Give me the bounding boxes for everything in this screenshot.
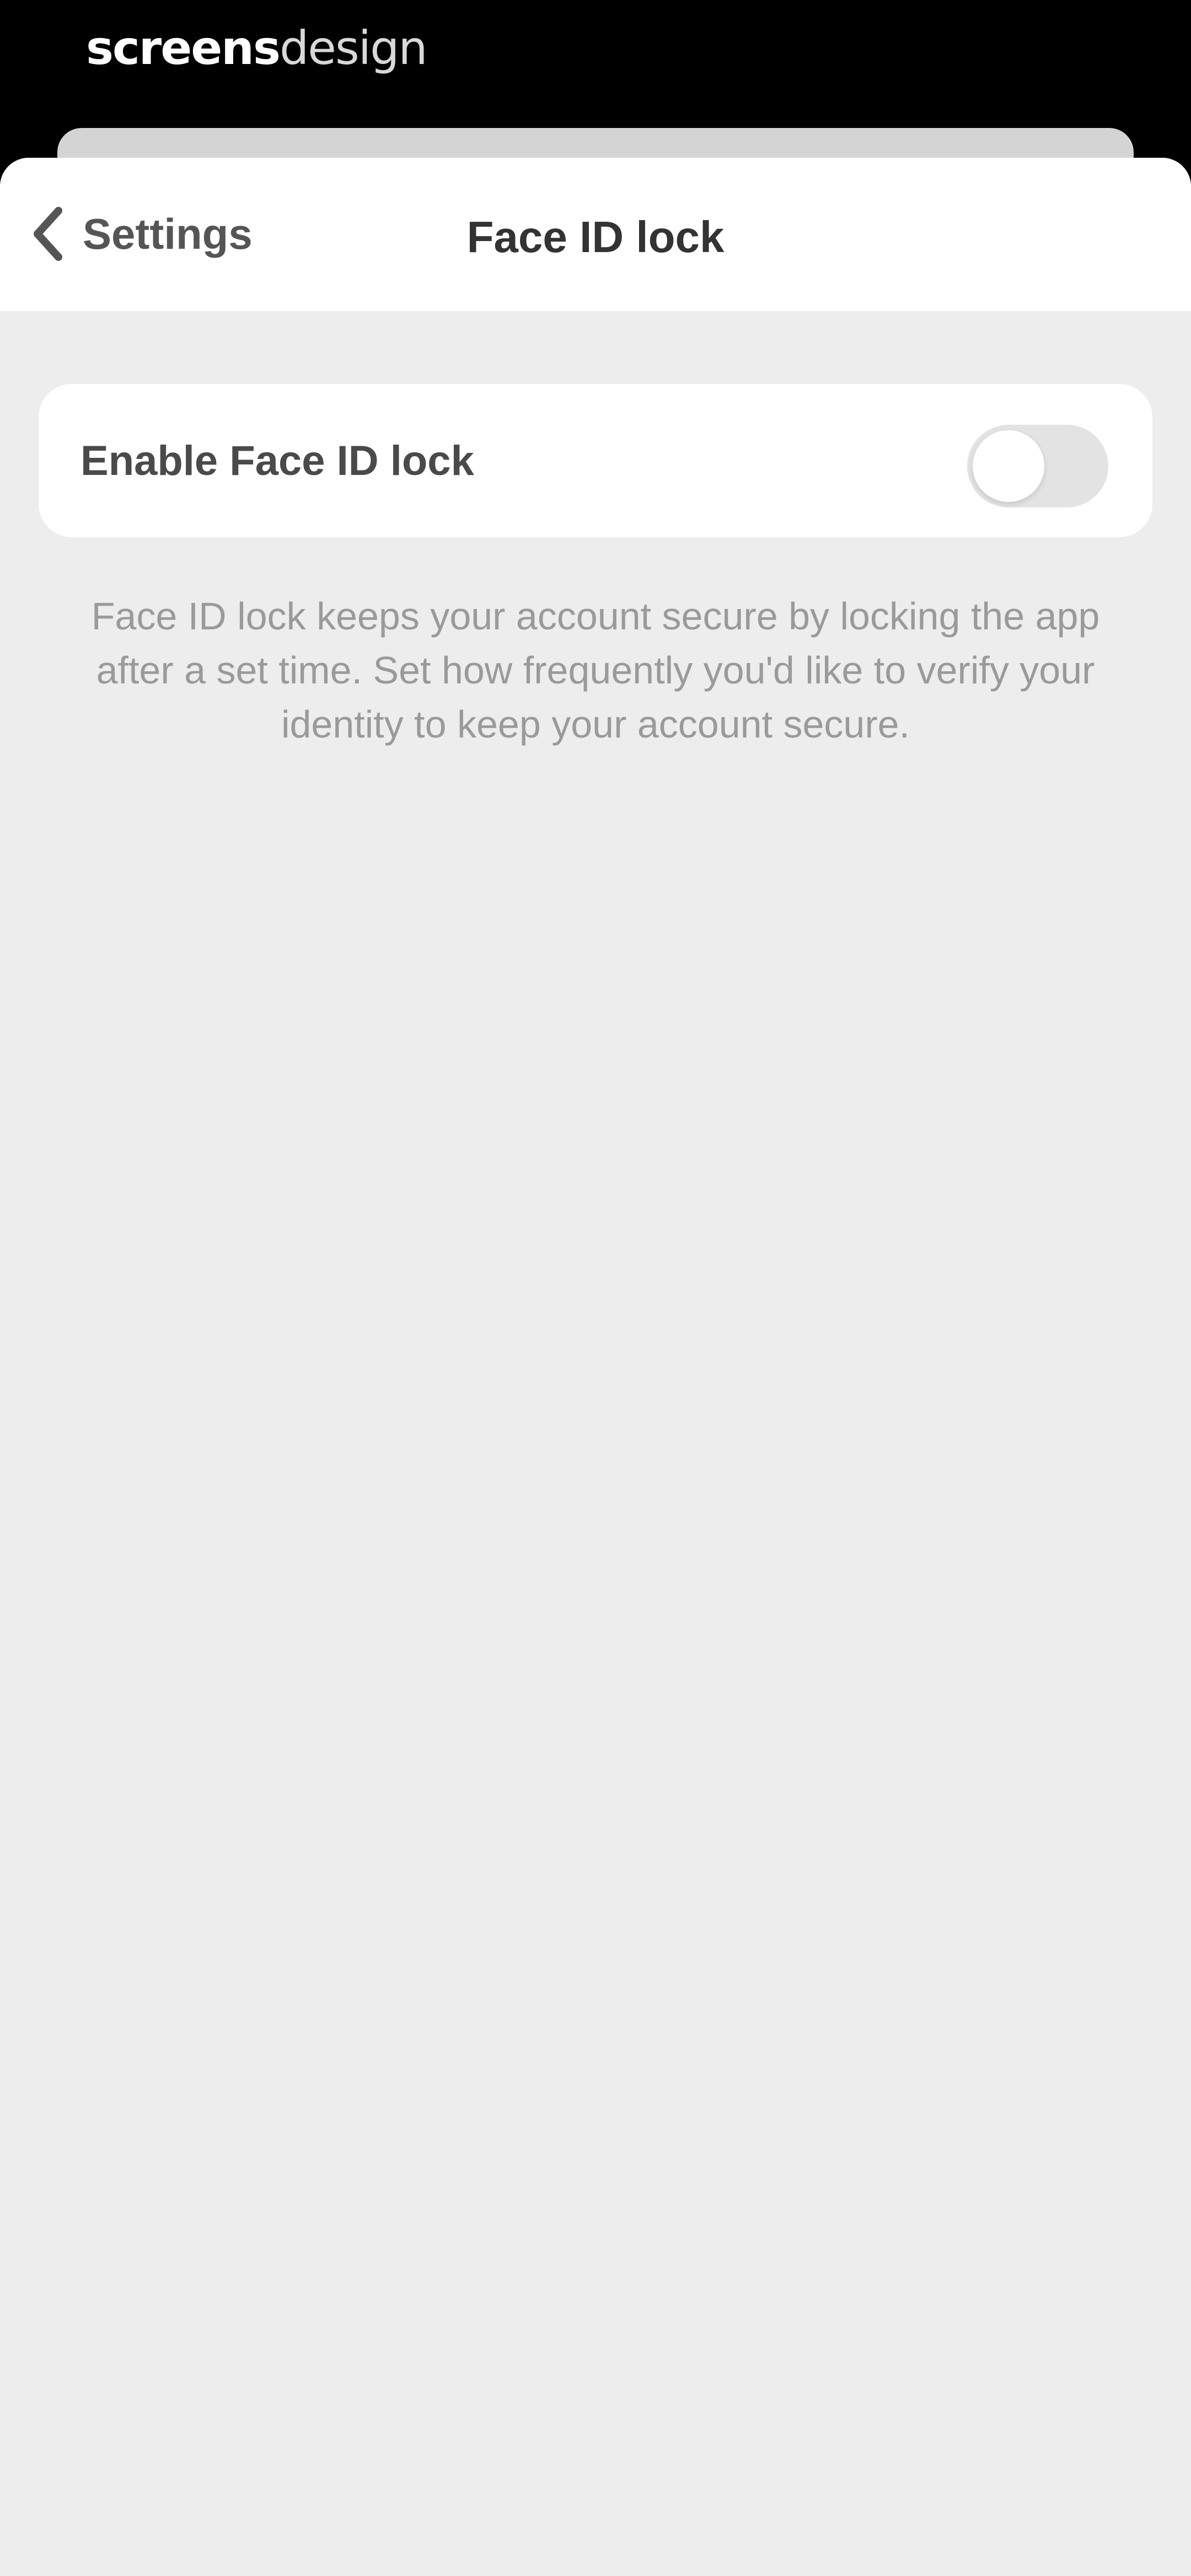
watermark-light: design (279, 21, 428, 75)
modal-sheet: Settings Face ID lock Enable Face ID loc… (0, 158, 1191, 2576)
navigation-bar: Settings Face ID lock (0, 158, 1191, 311)
face-id-toggle[interactable] (967, 425, 1108, 507)
watermark-logo: screensdesign (86, 21, 428, 75)
setting-description: Face ID lock keeps your account secure b… (91, 595, 1100, 746)
page-title: Face ID lock (466, 212, 725, 261)
watermark-bold: screens (86, 21, 281, 75)
setting-label: Enable Face ID lock (81, 437, 474, 484)
face-id-setting-card: Enable Face ID lock (39, 384, 1152, 537)
toggle-knob (973, 430, 1044, 502)
